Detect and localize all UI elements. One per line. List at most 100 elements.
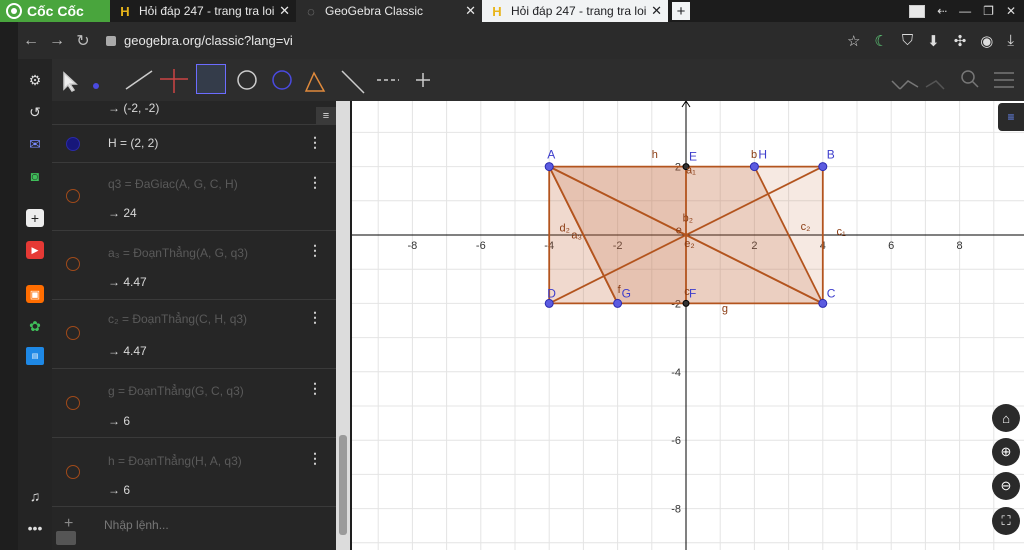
hoidap-favicon-icon: H [120, 3, 130, 19]
minimize-icon[interactable]: — [959, 4, 971, 18]
row-menu-icon[interactable]: ⋮ [308, 134, 322, 151]
graphics-view[interactable]: -8-6-4-224682-2-4-6-8ABCDEFGHhba₁b₂ed₂a₃… [352, 101, 1024, 550]
x-tick-label: 8 [957, 240, 963, 252]
forward-button[interactable]: → [44, 28, 70, 54]
reflect-tool-icon[interactable] [341, 70, 365, 94]
shield-icon[interactable]: ⛉ [902, 32, 913, 50]
row-value: → (-2, -2) [108, 101, 160, 115]
more-icon[interactable]: ••• [26, 519, 44, 537]
point-tool-button[interactable] [88, 64, 118, 94]
style-bar-toggle-icon[interactable]: ≡ [998, 103, 1024, 131]
row-menu-icon[interactable]: ⋮ [308, 174, 322, 191]
line-tool-button[interactable] [124, 64, 154, 94]
algebra-row[interactable]: g = ĐoạnThẳng(G, C, q3) → 6 ⋮ [52, 369, 336, 438]
row-menu-icon[interactable]: ⋮ [308, 242, 322, 259]
undo-icon[interactable] [891, 80, 919, 90]
keyboard-icon[interactable] [56, 531, 76, 545]
algebra-row[interactable]: a₃ = ĐoạnThẳng(A, G, q3) → 4.47 ⋮ [52, 231, 336, 300]
zoom-out-icon[interactable]: ⊖ [992, 472, 1020, 500]
settings-gear-icon[interactable]: ⚙ [26, 71, 44, 89]
close-icon[interactable]: ✕ [651, 3, 662, 19]
move-tool-button[interactable] [54, 64, 84, 94]
bookmark-star-icon[interactable]: ☆ [847, 32, 860, 50]
messenger-icon[interactable]: ✉ [26, 135, 44, 153]
coordinate-plane[interactable]: -8-6-4-224682-2-4-6-8ABCDEFGHhba₁b₂ed₂a₃… [352, 101, 1024, 550]
add-panel-icon[interactable]: + [26, 209, 44, 227]
downloads-icon[interactable]: ⤓ [1007, 32, 1014, 50]
zoom-in-icon[interactable]: ⊕ [992, 438, 1020, 466]
home-icon[interactable]: ⌂ [992, 404, 1020, 432]
browser-brand[interactable]: Cốc Cốc [0, 0, 110, 22]
point-H[interactable] [749, 162, 759, 172]
tab-geogebra[interactable]: ◌ GeoGebra Classic ✕ [296, 0, 482, 22]
youtube-icon[interactable]: ▶ [26, 241, 44, 259]
visibility-toggle[interactable] [66, 465, 80, 479]
row-definition: a₃ = ĐoạnThẳng(A, G, q3) [108, 246, 248, 260]
close-icon[interactable]: ✕ [279, 3, 290, 19]
dark-mode-icon[interactable]: ☾ [874, 32, 887, 50]
point-G[interactable] [613, 298, 623, 308]
close-window-icon[interactable]: ✕ [1006, 4, 1016, 18]
coupon-icon[interactable]: ✿ [26, 317, 44, 335]
polygon-left-fill[interactable] [549, 166, 686, 304]
input-bar[interactable]: + Nhập lệnh... [52, 507, 336, 550]
restore-icon[interactable]: ❐ [983, 4, 994, 18]
notification-bell-icon[interactable]: ♫ [26, 487, 44, 505]
algebra-sort-icon[interactable]: ≡ [316, 107, 336, 125]
extensions-icon[interactable]: ✣ [954, 32, 967, 50]
shopping-icon[interactable]: ▣ [26, 285, 44, 303]
reload-button[interactable]: ↻ [70, 28, 96, 54]
game-icon[interactable]: ◙ [26, 167, 44, 185]
point-A[interactable] [544, 162, 554, 172]
algebra-row[interactable]: q3 = ĐaGiac(A, G, C, H) → 24 ⋮ [52, 163, 336, 231]
segment-label: e [676, 224, 682, 236]
account-icon[interactable]: ◉ [980, 32, 993, 50]
row-menu-icon[interactable]: ⋮ [308, 309, 322, 326]
segment-label: h [652, 149, 658, 161]
visibility-toggle[interactable] [66, 189, 80, 203]
row-definition: H = (2, 2) [108, 136, 159, 150]
history-icon[interactable]: ↺ [26, 103, 44, 121]
visibility-toggle[interactable] [66, 137, 80, 151]
segment-label: d₂ [559, 223, 569, 235]
conic-tool-icon[interactable] [272, 70, 292, 90]
point-B[interactable] [818, 162, 828, 172]
row-menu-icon[interactable]: ⋮ [308, 380, 322, 397]
row-menu-icon[interactable]: ⋮ [308, 450, 322, 467]
row-definition: h = ĐoạnThẳng(H, A, q3) [108, 454, 242, 468]
algebra-view: → (-2, -2) H = (2, 2) ⋮ q3 = ĐaGiac(A, G… [52, 101, 336, 550]
more-tools-icon[interactable] [416, 73, 430, 87]
scrollbar-thumb[interactable] [339, 435, 347, 535]
algebra-row[interactable]: → (-2, -2) [52, 101, 336, 125]
point-label-E: E [689, 150, 697, 164]
url-field[interactable]: geogebra.org/classic?lang=vi [106, 27, 806, 55]
visibility-toggle[interactable] [66, 326, 80, 340]
download-saver-icon[interactable]: ⬇ [927, 32, 940, 50]
perpendicular-tool-button[interactable] [158, 64, 188, 94]
new-tab-button[interactable]: + [672, 2, 690, 20]
angle-tool-icon[interactable] [304, 71, 326, 92]
polygon-tool-button[interactable] [196, 64, 226, 94]
redo-icon[interactable] [925, 80, 945, 90]
x-tick-label: -8 [408, 240, 418, 252]
back-icon[interactable]: ⇠ [937, 4, 947, 18]
visibility-toggle[interactable] [66, 396, 80, 410]
point-C[interactable] [818, 298, 828, 308]
point-F[interactable] [682, 299, 690, 307]
tab-hoidap-1[interactable]: H Hỏi đáp 247 - trang tra loi ✕ [110, 0, 296, 22]
algebra-row[interactable]: H = (2, 2) ⋮ [52, 125, 336, 163]
algebra-row[interactable]: h = ĐoạnThẳng(H, A, q3) → 6 ⋮ [52, 438, 336, 507]
segment-label: a₁ [686, 164, 696, 176]
tab-search-icon[interactable] [909, 4, 926, 18]
circle-tool-button[interactable] [232, 64, 262, 94]
visibility-toggle[interactable] [66, 257, 80, 271]
main-menu-icon[interactable] [994, 72, 1014, 88]
promo-badge-icon[interactable]: ▤ [26, 347, 44, 365]
tab-hoidap-2[interactable]: H Hỏi đáp 247 - trang tra loi ✕ [482, 0, 668, 22]
fullscreen-icon[interactable]: ⛶ [992, 507, 1020, 535]
point-D[interactable] [544, 298, 554, 308]
algebra-row[interactable]: c₂ = ĐoạnThẳng(C, H, q3) → 4.47 ⋮ [52, 300, 336, 369]
close-icon[interactable]: ✕ [465, 3, 476, 19]
algebra-scrollbar[interactable] [336, 101, 350, 550]
back-button[interactable]: ← [18, 28, 44, 54]
